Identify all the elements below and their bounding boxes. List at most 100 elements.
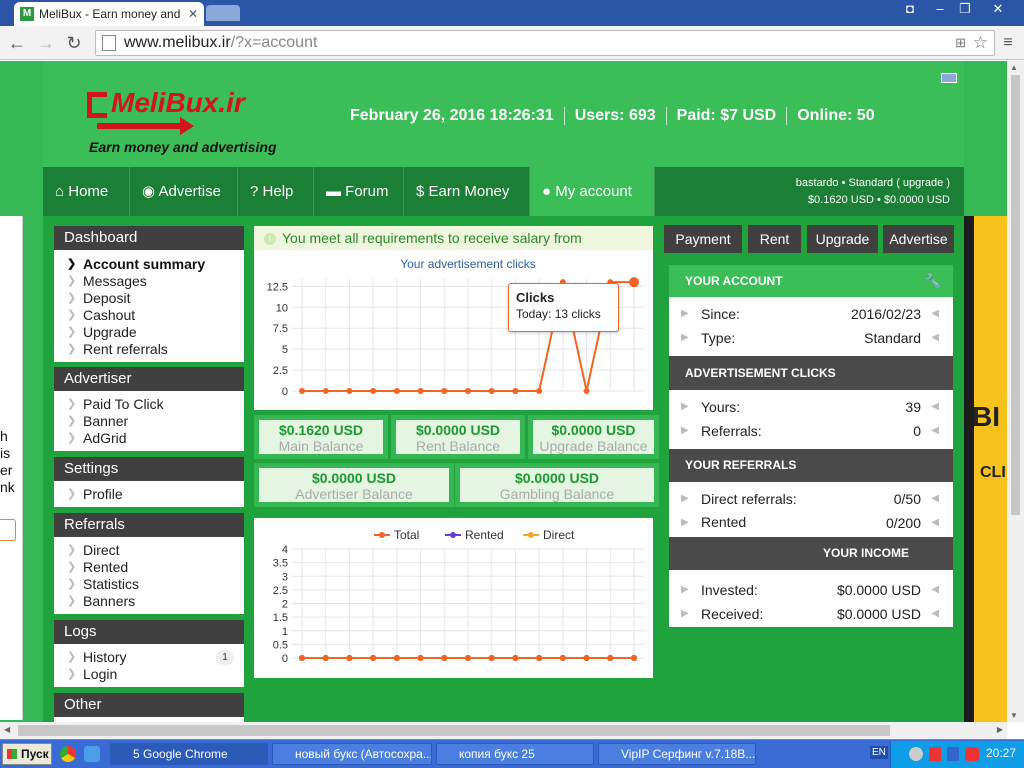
sidebar-item-adgrid[interactable]: ❯ AdGrid <box>54 430 244 447</box>
chevron-right-icon: ❯ <box>67 488 77 500</box>
vertical-scrollbar[interactable]: ▲ ▼ <box>1007 61 1024 722</box>
upgrade-balance-label: Upgrade Balance <box>539 438 648 454</box>
sidebar-item-account-summary[interactable]: ❯ Account summary <box>54 256 244 273</box>
chevron-right-icon: ❯ <box>67 275 77 287</box>
nav-forum[interactable]: ▬ Forum <box>314 167 404 216</box>
sidebar-item-cashout[interactable]: ❯ Cashout <box>54 307 244 324</box>
chart-tooltip: Clicks Today: 13 clicks <box>508 283 619 332</box>
sidebar-item-upgrade[interactable]: ❯ Upgrade <box>54 324 244 341</box>
address-bar[interactable]: www.melibux.ir/?x=account ⊞ ☆ <box>95 30 995 56</box>
data-point <box>417 388 424 394</box>
chevron-right-icon: ❯ <box>67 651 77 663</box>
windows-logo-icon <box>7 749 17 759</box>
sidebar-item-login[interactable]: ❯ Login <box>54 666 244 683</box>
advertiser-balance-card: $0.0000 USD Advertiser Balance <box>254 463 454 507</box>
nav-earn-money[interactable]: $ Earn Money <box>404 167 530 216</box>
nav-advertise[interactable]: ◉ Advertise <box>130 167 238 216</box>
your-income-header: YOUR INCOME <box>669 537 953 570</box>
nav-my-account[interactable]: ● My account <box>530 167 655 216</box>
user-info-line1[interactable]: bastardo • Standard ( upgrade ) <box>796 175 950 192</box>
taskbar-item-chrome[interactable]: 5 Google Chrome <box>110 743 268 765</box>
data-point <box>583 388 590 394</box>
sidebar-item-profile[interactable]: ❯ Profile <box>54 486 244 503</box>
chrome-quicklaunch-icon[interactable] <box>60 746 76 762</box>
wrench-icon[interactable]: 🔧 <box>925 265 941 297</box>
advertiser-balance-label: Advertiser Balance <box>295 486 413 502</box>
stats-paid: Paid: $7 USD <box>676 107 777 125</box>
tab-close-icon[interactable]: ✕ <box>188 7 198 21</box>
rent-button[interactable]: Rent <box>748 225 801 253</box>
y-tick-label: 0 <box>282 653 288 665</box>
sidebar-item-rent-referrals[interactable]: ❯ Rent referrals <box>54 341 244 358</box>
data-point <box>629 277 639 288</box>
your-referrals-header: YOUR REFERRALS <box>669 449 953 482</box>
sidebar-dashboard-title: Dashboard <box>54 226 244 250</box>
y-tick-label: 4 <box>282 544 288 556</box>
y-tick-label: 3 <box>282 571 288 583</box>
sidebar-item-history[interactable]: ❯ History 1 <box>54 649 244 666</box>
reload-icon[interactable]: ↻ <box>62 31 86 55</box>
forward-arrow-icon[interactable]: → <box>34 31 58 55</box>
minimize-icon[interactable]: – <box>928 0 952 18</box>
back-arrow-icon[interactable]: ← <box>5 31 29 55</box>
language-flag-icon[interactable] <box>941 73 957 83</box>
nav-help[interactable]: ? Help <box>238 167 314 216</box>
gambling-balance-value: $0.0000 USD <box>514 470 600 486</box>
system-tray: 20:27 <box>890 741 1024 768</box>
sidebar-item-deposit[interactable]: ❯ Deposit <box>54 290 244 307</box>
left-ad-banner[interactable]: h is er nk <box>0 216 23 720</box>
site-logo[interactable]: MeliBux.ir <box>87 87 245 119</box>
sidebar-dashboard: Dashboard ❯ Account summary ❯ Messages ❯ De… <box>54 226 244 362</box>
dollar-icon: $ <box>416 183 425 200</box>
data-point <box>370 388 377 394</box>
bookmark-star-icon[interactable]: ☆ <box>973 33 988 53</box>
nav-home[interactable]: ⌂ Home <box>43 167 130 216</box>
window-close-icon[interactable]: ✕ <box>985 0 1011 18</box>
history-count-badge: 1 <box>216 650 234 665</box>
right-ad-banner[interactable]: BI CLI <box>964 216 1007 722</box>
restore-icon[interactable]: ❐ <box>953 0 977 18</box>
sidebar-item-messages[interactable]: ❯ Messages <box>54 273 244 290</box>
site-header: MeliBux.ir Earn money and advertising Fe… <box>43 61 964 167</box>
sidebar-item-direct[interactable]: ❯ Direct <box>54 542 244 559</box>
new-tab-button[interactable] <box>206 5 240 21</box>
taskbar-item-word1[interactable]: новый букс (Автосохра... <box>272 743 432 765</box>
data-point <box>346 388 353 394</box>
taskbar-item-vipip[interactable]: VipIP Серфинг v.7.18B... <box>598 743 756 765</box>
sidebar-item-banner[interactable]: ❯ Banner <box>54 413 244 430</box>
browser-tab-bar: M MeliBux - Earn money and ta ✕ ◘ – ❐ ✕ <box>0 0 1024 26</box>
left-ad-input[interactable] <box>0 519 16 541</box>
referrals-line-chart[interactable]: 0 0.51 1.52 2.5 33.5 4 Total Rented Direct <box>254 518 653 678</box>
upgrade-button[interactable]: Upgrade <box>807 225 878 253</box>
sidebar-item-banners[interactable]: ❯ Banners <box>54 593 244 610</box>
user-icon[interactable]: ◘ <box>898 0 922 18</box>
chevron-right-icon: ❯ <box>67 561 77 573</box>
data-point <box>583 655 590 661</box>
yours-row: ▶ Yours: 39 ◀ <box>681 399 939 415</box>
legend-swatch-dot <box>528 532 534 538</box>
right-ad-text-1: BI <box>972 401 1000 432</box>
horizontal-scrollbar[interactable]: ◀ ▶ <box>0 722 1007 739</box>
sidebar-item-paid-to-click[interactable]: ❯ Paid To Click <box>54 396 244 413</box>
translate-icon[interactable]: ⊞ <box>955 35 966 51</box>
clicks-chart-panel: i You meet all requirements to receive sa… <box>254 226 653 410</box>
antivirus-icon <box>965 747 979 761</box>
browser-tab-active[interactable]: M MeliBux - Earn money and ta ✕ <box>14 2 204 26</box>
gambling-balance-card: $0.0000 USD Gambling Balance <box>455 463 659 507</box>
app-quicklaunch-icon[interactable] <box>84 746 100 762</box>
main-balance-card: $0.1620 USD Main Balance <box>254 415 388 459</box>
stats-datetime: February 26, 2016 18:26:31 <box>350 107 554 125</box>
language-indicator[interactable]: EN <box>870 746 888 759</box>
logo-arrow-icon <box>97 123 182 129</box>
start-button[interactable]: Пуск <box>2 743 52 765</box>
y-tick-label: 3.5 <box>273 558 288 570</box>
sidebar-settings-title: Settings <box>54 457 244 481</box>
invested-row: ▶ Invested: $0.0000 USD ◀ <box>681 582 939 598</box>
sidebar-item-statistics[interactable]: ❯ Statistics <box>54 576 244 593</box>
user-icon: ● <box>542 183 552 200</box>
sidebar-item-rented[interactable]: ❯ Rented <box>54 559 244 576</box>
menu-icon[interactable]: ≡ <box>996 31 1020 55</box>
taskbar-item-word2[interactable]: копия букс 25 <box>436 743 594 765</box>
advertise-button[interactable]: Advertise <box>883 225 954 253</box>
payment-button[interactable]: Payment <box>664 225 742 253</box>
